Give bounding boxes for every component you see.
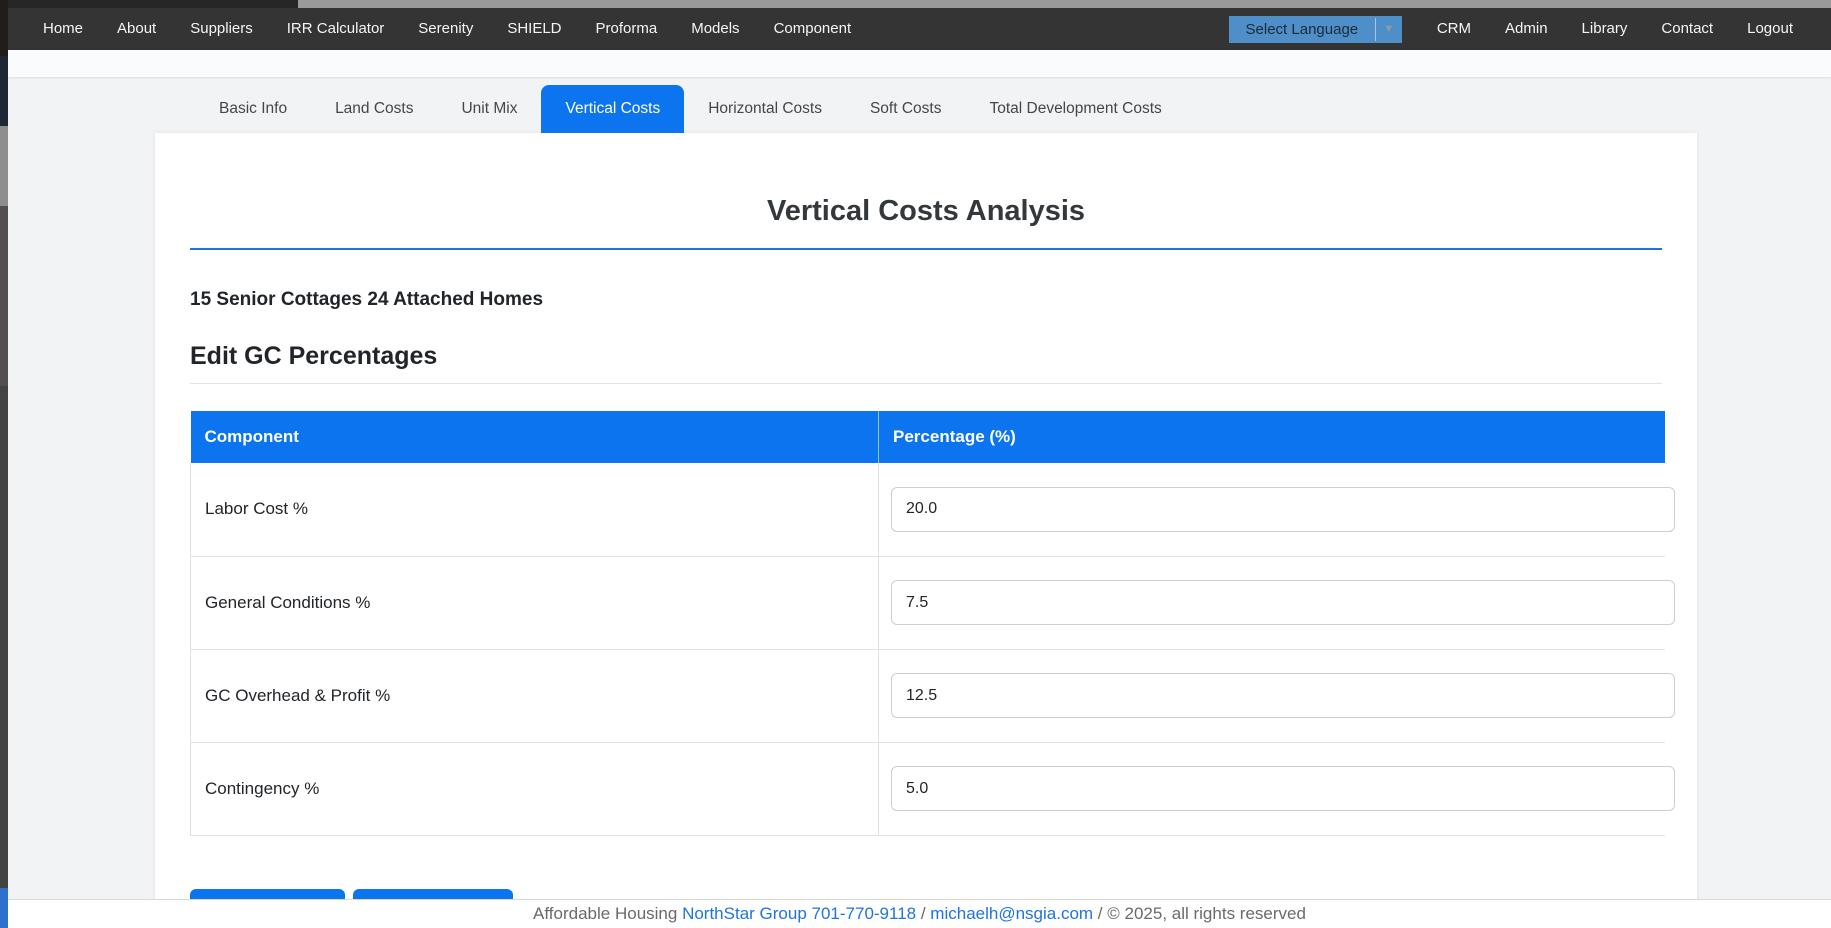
nav-item-models[interactable]: Models (674, 8, 756, 50)
row-label-gc-overhead-profit: GC Overhead & Profit % (191, 649, 879, 742)
table-row: General Conditions % (191, 556, 1665, 649)
nav-item-home[interactable]: Home (26, 8, 100, 50)
nav-item-about[interactable]: About (100, 8, 173, 50)
nav-item-admin[interactable]: Admin (1488, 8, 1565, 50)
nav-item-shield[interactable]: SHIELD (490, 8, 578, 50)
tab-land-costs[interactable]: Land Costs (311, 85, 437, 133)
row-label-labor-cost: Labor Cost % (191, 463, 879, 556)
table-row: GC Overhead & Profit % (191, 649, 1665, 742)
chevron-down-icon: ▼ (1376, 16, 1402, 43)
main-navbar: Home About Suppliers IRR Calculator Sere… (8, 8, 1831, 50)
table-row: Contingency % (191, 742, 1665, 835)
sliver-segment (0, 386, 8, 888)
proforma-tab-bar: Basic Info Land Costs Unit Mix Vertical … (195, 85, 1186, 133)
nav-item-crm[interactable]: CRM (1420, 8, 1488, 50)
navbar-left-group: Home About Suppliers IRR Calculator Sere… (26, 8, 868, 50)
nav-item-component[interactable]: Component (757, 8, 869, 50)
nav-item-library[interactable]: Library (1565, 8, 1645, 50)
nav-item-proforma[interactable]: Proforma (579, 8, 675, 50)
title-accent-rule (190, 248, 1662, 250)
subheader-band (8, 50, 1831, 77)
tab-total-development-costs[interactable]: Total Development Costs (965, 85, 1185, 133)
nav-item-contact[interactable]: Contact (1644, 8, 1730, 50)
tab-basic-info[interactable]: Basic Info (195, 85, 311, 133)
nav-item-irr-calculator[interactable]: IRR Calculator (270, 8, 402, 50)
row-label-general-conditions: General Conditions % (191, 556, 879, 649)
tab-unit-mix[interactable]: Unit Mix (437, 85, 541, 133)
column-header-component: Component (191, 411, 879, 463)
sliver-segment (0, 56, 8, 126)
nav-item-logout[interactable]: Logout (1730, 8, 1810, 50)
project-subtitle: 15 Senior Cottages 24 Attached Homes (190, 289, 1662, 311)
background-window-sliver (0, 0, 8, 928)
row-input-cell (879, 463, 1665, 556)
footer-copyright-text: / © 2025, all rights reserved (1093, 904, 1306, 924)
footer-company-phone-link[interactable]: NorthStar Group 701-770-9118 (682, 904, 916, 924)
tab-vertical-costs[interactable]: Vertical Costs (541, 85, 684, 133)
row-label-contingency: Contingency % (191, 742, 879, 835)
table-row: Labor Cost % (191, 463, 1665, 556)
gc-overhead-profit-percentage-input[interactable] (891, 673, 1675, 718)
gc-percentages-table: Component Percentage (%) Labor Cost % Ge… (190, 411, 1665, 836)
section-heading: Edit GC Percentages (190, 342, 1662, 371)
column-header-percentage: Percentage (%) (879, 411, 1665, 463)
sliver-segment (0, 888, 8, 928)
general-conditions-percentage-input[interactable] (891, 580, 1675, 625)
sliver-segment (0, 206, 8, 386)
tab-soft-costs[interactable]: Soft Costs (846, 85, 966, 133)
contingency-percentage-input[interactable] (891, 766, 1675, 811)
footer-separator: / (916, 904, 930, 924)
footer-text-prefix: Affordable Housing (533, 904, 682, 924)
row-input-cell (879, 556, 1665, 649)
language-selector-dropdown[interactable]: Select Language ▼ (1229, 16, 1402, 43)
tab-horizontal-costs[interactable]: Horizontal Costs (684, 85, 846, 133)
page-footer: Affordable Housing NorthStar Group 701-7… (8, 899, 1831, 928)
top-edge-strip (8, 0, 1831, 8)
page-title: Vertical Costs Analysis (190, 195, 1662, 228)
content-card: Vertical Costs Analysis 15 Senior Cottag… (155, 133, 1697, 923)
nav-item-serenity[interactable]: Serenity (401, 8, 490, 50)
sliver-segment (0, 0, 8, 56)
nav-item-suppliers[interactable]: Suppliers (173, 8, 270, 50)
row-input-cell (879, 742, 1665, 835)
language-selector-label: Select Language (1229, 16, 1375, 43)
navbar-right-group: CRM Admin Library Contact Logout (1420, 8, 1810, 50)
labor-cost-percentage-input[interactable] (891, 487, 1675, 532)
sliver-segment (0, 126, 8, 206)
top-edge-strip-dark (8, 0, 298, 8)
table-header-row: Component Percentage (%) (191, 411, 1665, 463)
footer-email-link[interactable]: michaelh@nsgia.com (930, 904, 1093, 924)
row-input-cell (879, 649, 1665, 742)
section-divider-rule (190, 383, 1662, 384)
